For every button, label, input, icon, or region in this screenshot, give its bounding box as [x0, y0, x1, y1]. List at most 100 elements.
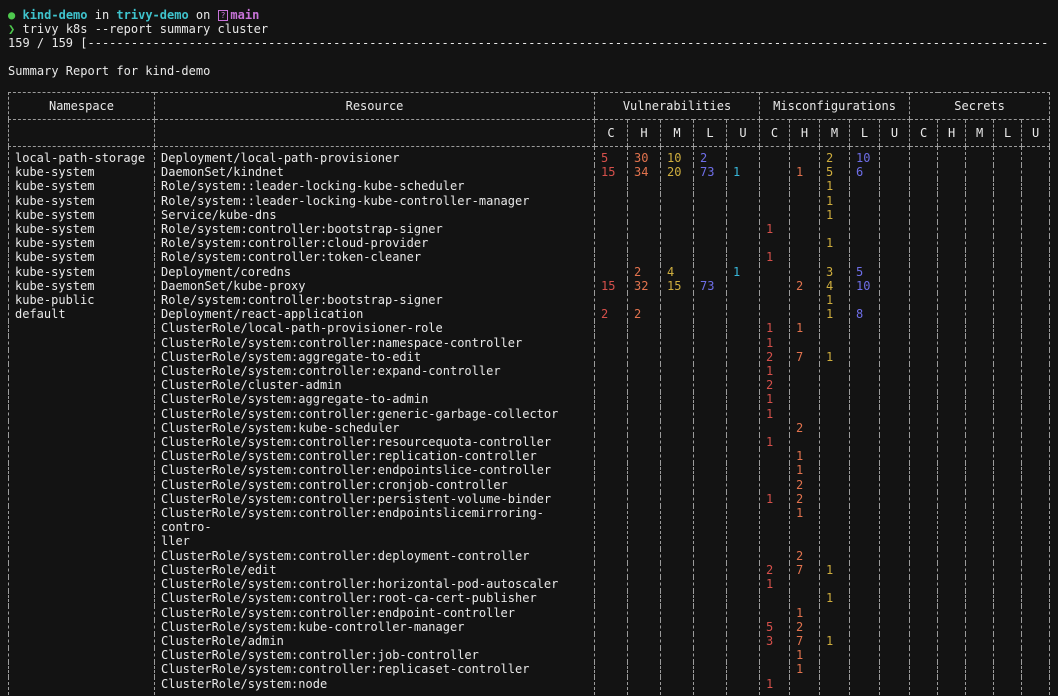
secrets-m-count: [966, 165, 994, 179]
misconfigurations-m-count: [820, 478, 850, 492]
resource-cell: ClusterRole/system:controller:root-ca-ce…: [155, 591, 595, 605]
table-row: ClusterRole/system:controller:job-contro…: [9, 648, 1050, 662]
vulnerabilities-m-count: [661, 222, 694, 236]
vulnerabilities-h-count: [628, 392, 661, 406]
vulnerabilities-h-count: 2: [628, 307, 661, 321]
misconfigurations-c-count: 2: [760, 378, 790, 392]
namespace-cell: default: [9, 307, 155, 321]
secrets-c-count: [910, 648, 938, 662]
vulnerabilities-m-count: 10: [661, 147, 694, 166]
resource-cell: ClusterRole/system:controller:endpointsl…: [155, 506, 595, 549]
table-row: ClusterRole/system:controller:replicaset…: [9, 662, 1050, 676]
secrets-h-count: [938, 591, 966, 605]
misconfigurations-c-count: [760, 165, 790, 179]
vulnerabilities-h-count: [628, 506, 661, 549]
vulnerabilities-c-count: [595, 208, 628, 222]
secrets-u-count: [1022, 293, 1050, 307]
vulnerabilities-m-count: [661, 350, 694, 364]
vulnerabilities-h-count: [628, 208, 661, 222]
vulnerabilities-l-count: 73: [694, 165, 727, 179]
misconfigurations-u-count: [880, 463, 910, 477]
vulnerabilities-l-count: [694, 321, 727, 335]
secrets-l-count: [994, 179, 1022, 193]
secrets-h-count: [938, 165, 966, 179]
vulnerabilities-m-count: [661, 677, 694, 696]
severity-column-header: M: [966, 120, 994, 147]
resource-cell: ClusterRole/system:controller:job-contro…: [155, 648, 595, 662]
misconfigurations-c-count: [760, 236, 790, 250]
secrets-h-count: [938, 662, 966, 676]
git-branch-name: main: [230, 8, 259, 22]
misconfigurations-u-count: [880, 208, 910, 222]
misconfigurations-h-count: 2: [790, 620, 820, 634]
secrets-m-count: [966, 350, 994, 364]
severity-column-header: L: [694, 120, 727, 147]
misconfigurations-h-count: [790, 194, 820, 208]
namespace-cell: [9, 378, 155, 392]
misconfigurations-m-count: 1: [820, 208, 850, 222]
resource-cell: ClusterRole/edit: [155, 563, 595, 577]
vulnerabilities-l-count: [694, 634, 727, 648]
vulnerabilities-m-count: [661, 563, 694, 577]
secrets-h-count: [938, 563, 966, 577]
misconfigurations-u-count: [880, 236, 910, 250]
secrets-h-count: [938, 208, 966, 222]
shell-prompt-line: ● kind-demo in trivy-demo on ?main: [8, 8, 1050, 22]
misconfigurations-h-count: 1: [790, 648, 820, 662]
secrets-m-count: [966, 506, 994, 549]
resource-cell: ClusterRole/system:controller:resourcequ…: [155, 435, 595, 449]
secrets-m-count: [966, 577, 994, 591]
secrets-u-count: [1022, 208, 1050, 222]
misconfigurations-c-count: [760, 606, 790, 620]
vulnerabilities-u-count: [727, 364, 760, 378]
misconfigurations-h-count: [790, 577, 820, 591]
vulnerabilities-u-count: [727, 463, 760, 477]
misconfigurations-c-count: 1: [760, 336, 790, 350]
misconfigurations-h-count: [790, 591, 820, 605]
resource-cell: ClusterRole/local-path-provisioner-role: [155, 321, 595, 335]
secrets-u-count: [1022, 506, 1050, 549]
namespace-cell: [9, 620, 155, 634]
secrets-l-count: [994, 147, 1022, 166]
vulnerabilities-c-count: [595, 378, 628, 392]
secrets-l-count: [994, 378, 1022, 392]
secrets-c-count: [910, 293, 938, 307]
prompt-directory: trivy-demo: [116, 8, 188, 22]
secrets-c-count: [910, 265, 938, 279]
secrets-h-count: [938, 634, 966, 648]
vulnerabilities-c-count: [595, 449, 628, 463]
misconfigurations-l-count: [850, 492, 880, 506]
misconfigurations-u-count: [880, 492, 910, 506]
resource-cell: ClusterRole/system:controller:deployment…: [155, 549, 595, 563]
vulnerabilities-l-count: [694, 662, 727, 676]
prompt-on-word: on: [196, 8, 210, 22]
secrets-m-count: [966, 194, 994, 208]
namespace-cell: [9, 677, 155, 696]
vulnerabilities-c-count: [595, 620, 628, 634]
misconfigurations-l-count: [850, 648, 880, 662]
vulnerabilities-u-count: [727, 662, 760, 676]
vulnerabilities-m-count: [661, 648, 694, 662]
secrets-m-count: [966, 606, 994, 620]
vulnerabilities-h-count: [628, 606, 661, 620]
misconfigurations-h-count: [790, 179, 820, 193]
misconfigurations-h-count: 2: [790, 421, 820, 435]
vulnerabilities-c-count: 5: [595, 147, 628, 166]
secrets-c-count: [910, 478, 938, 492]
secrets-c-count: [910, 435, 938, 449]
misconfigurations-u-count: [880, 407, 910, 421]
misconfigurations-m-count: [820, 435, 850, 449]
secrets-u-count: [1022, 165, 1050, 179]
secrets-h-count: [938, 250, 966, 264]
secrets-m-count: [966, 392, 994, 406]
misconfigurations-l-count: [850, 222, 880, 236]
secrets-l-count: [994, 392, 1022, 406]
misconfigurations-h-count: 1: [790, 449, 820, 463]
vulnerabilities-u-count: [727, 677, 760, 696]
vulnerabilities-m-count: 15: [661, 279, 694, 293]
misconfigurations-u-count: [880, 591, 910, 605]
misconfigurations-u-count: [880, 478, 910, 492]
misconfigurations-u-count: [880, 421, 910, 435]
secrets-c-count: [910, 392, 938, 406]
misconfigurations-u-count: [880, 165, 910, 179]
